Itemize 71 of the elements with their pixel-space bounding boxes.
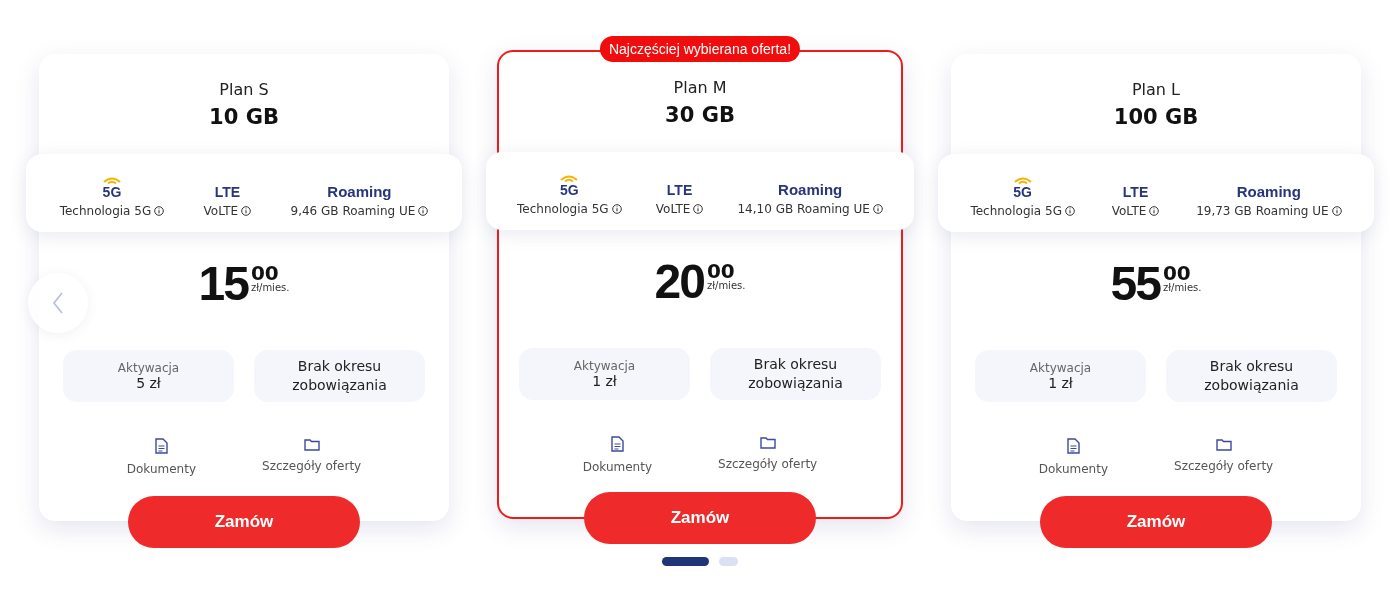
info-icon[interactable] bbox=[872, 204, 883, 214]
document-icon bbox=[610, 436, 624, 452]
info-icon[interactable] bbox=[418, 206, 429, 216]
feature-label: 9,46 GB Roaming UE bbox=[290, 204, 416, 218]
commitment-text: Brak okresu zobowiązania bbox=[1203, 357, 1300, 395]
price-period: zł/mies. bbox=[706, 280, 746, 291]
offer-link[interactable]: Szczegóły oferty bbox=[262, 438, 362, 476]
popular-badge: Najczęściej wybierana oferta! bbox=[599, 36, 801, 62]
price-period: zł/mies. bbox=[1162, 282, 1202, 293]
plan-name: Plan S bbox=[219, 80, 269, 99]
activation-value: 1 zł bbox=[592, 373, 617, 389]
plan-data: 100 GB bbox=[1113, 105, 1199, 129]
info-icon[interactable] bbox=[154, 206, 165, 216]
info-icon[interactable] bbox=[1331, 206, 1342, 216]
feature-label: Technologia 5G bbox=[970, 204, 1062, 218]
info-icon[interactable] bbox=[1149, 206, 1160, 216]
feature-title: 5G bbox=[102, 184, 122, 200]
signal-waves-icon bbox=[101, 176, 122, 184]
info-icon[interactable] bbox=[1064, 206, 1075, 216]
feature-title: Roaming bbox=[327, 183, 392, 200]
price-period: zł/mies. bbox=[250, 282, 290, 293]
signal-waves-icon bbox=[559, 174, 580, 182]
feature-title: LTE bbox=[214, 184, 241, 200]
folder-icon bbox=[303, 438, 320, 451]
order-button[interactable]: Zamów bbox=[128, 496, 360, 548]
folder-icon bbox=[1215, 438, 1232, 451]
feature-label: Technologia 5G bbox=[59, 204, 152, 218]
feature-label: VoLTE bbox=[1111, 204, 1147, 218]
info-icon[interactable] bbox=[611, 204, 622, 214]
feature-label: 14,10 GB Roaming UE bbox=[737, 202, 870, 216]
folder-icon bbox=[759, 436, 776, 449]
price: 55 bbox=[1110, 260, 1160, 308]
price: 15 bbox=[198, 260, 248, 308]
feature-title: Roaming bbox=[1236, 183, 1301, 200]
signal-waves-icon bbox=[1012, 176, 1033, 184]
document-icon bbox=[1066, 438, 1080, 454]
feature-label: Technologia 5G bbox=[517, 202, 609, 216]
plan-name: Plan M bbox=[673, 78, 727, 97]
info-icon[interactable] bbox=[693, 204, 704, 214]
commitment-text: Brak okresu zobowiązania bbox=[291, 357, 388, 395]
price-cents: 00 bbox=[1162, 264, 1191, 282]
feature-title: Roaming bbox=[778, 181, 843, 198]
document-icon bbox=[154, 438, 168, 454]
feature-label: 19,73 GB Roaming UE bbox=[1196, 204, 1329, 218]
order-button[interactable]: Zamów bbox=[1040, 496, 1272, 548]
feature-label: VoLTE bbox=[203, 204, 239, 218]
commitment-text: Brak okresu zobowiązania bbox=[747, 355, 844, 393]
order-button[interactable]: Zamów bbox=[584, 492, 816, 544]
feature-label: VoLTE bbox=[655, 202, 691, 216]
chevron-left-icon bbox=[52, 292, 64, 314]
plan-data: 10 GB bbox=[209, 105, 279, 129]
activation-label: Aktywacja bbox=[1029, 361, 1092, 375]
price: 20 bbox=[654, 258, 704, 306]
offer-link[interactable]: Dokumenty bbox=[1038, 438, 1109, 476]
offer-link[interactable]: Dokumenty bbox=[582, 436, 653, 474]
price-cents: 00 bbox=[250, 264, 279, 282]
plan-data: 30 GB bbox=[665, 103, 735, 127]
info-icon[interactable] bbox=[241, 206, 252, 216]
activation-value: 5 zł bbox=[136, 375, 161, 391]
activation-label: Aktywacja bbox=[573, 359, 636, 373]
feature-title: 5G bbox=[1013, 184, 1032, 200]
offer-link[interactable]: Dokumenty bbox=[126, 438, 197, 476]
feature-title: 5G bbox=[560, 182, 579, 198]
offer-link[interactable]: Szczegóły oferty bbox=[1174, 438, 1274, 476]
activation-value: 1 zł bbox=[1048, 375, 1073, 391]
plan-name: Plan L bbox=[1131, 80, 1180, 99]
activation-label: Aktywacja bbox=[117, 361, 180, 375]
offer-link[interactable]: Szczegóły oferty bbox=[718, 436, 818, 474]
feature-title: LTE bbox=[666, 182, 693, 198]
feature-title: LTE bbox=[1122, 184, 1149, 200]
price-cents: 00 bbox=[706, 262, 735, 280]
